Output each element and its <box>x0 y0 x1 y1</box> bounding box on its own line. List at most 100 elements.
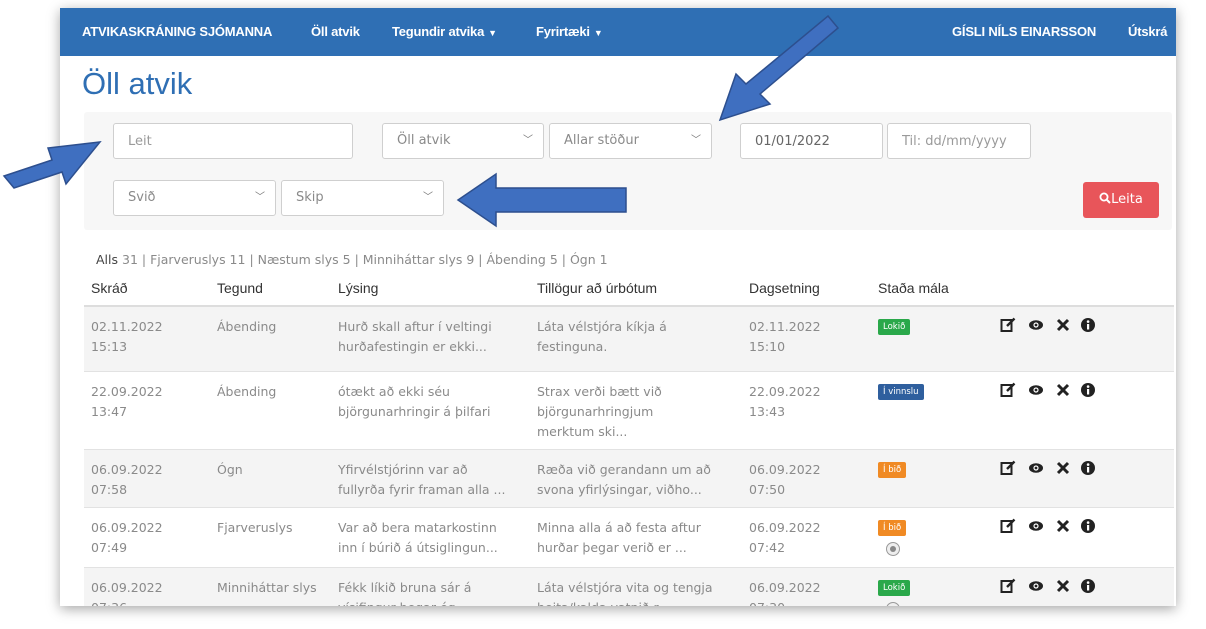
summary-all-label: Alls <box>96 252 119 267</box>
remedy-line: björgunarhringjum <box>537 404 654 419</box>
summary-all[interactable]: Alls 31 <box>96 252 138 267</box>
edit-icon[interactable] <box>1000 578 1016 594</box>
cell-date: 02.11.2022 15:10 <box>749 317 821 357</box>
info-icon[interactable] <box>1080 317 1096 333</box>
summary-filter[interactable]: Fjarveruslys 11 <box>150 252 245 267</box>
edit-icon[interactable] <box>1000 317 1016 333</box>
registered-date: 02.11.2022 <box>91 319 163 334</box>
close-icon[interactable] <box>1055 382 1071 398</box>
remedy-line: festinguna. <box>537 339 608 354</box>
user-name[interactable]: GÍSLI NÍLS EINARSSON <box>952 8 1096 56</box>
photo-icon[interactable] <box>886 542 900 556</box>
info-icon[interactable] <box>1080 518 1096 534</box>
edit-icon[interactable] <box>1000 460 1016 476</box>
table-row[interactable]: 06.09.2022 07:36 Minniháttar slys Fékk líki… <box>84 568 1174 606</box>
incident-date: 06.09.2022 <box>749 580 821 595</box>
remedy-line: Strax verði bætt við <box>537 384 662 399</box>
nav-all-incidents[interactable]: Öll atvik <box>311 8 360 56</box>
nav-incident-types[interactable]: Tegundir atvika ▼ <box>392 8 497 56</box>
info-icon[interactable] <box>1080 578 1096 594</box>
incident-date: 06.09.2022 <box>749 520 821 535</box>
search-input[interactable] <box>113 123 353 159</box>
header-status[interactable]: Staða mála <box>878 280 949 296</box>
annotation-arrow-middle <box>456 172 627 228</box>
date-from-input[interactable] <box>740 123 883 159</box>
close-icon[interactable] <box>1055 317 1071 333</box>
cell-date: 06.09.2022 07:50 <box>749 460 821 500</box>
eye-icon[interactable] <box>1028 518 1044 534</box>
info-icon[interactable] <box>1080 382 1096 398</box>
table-row[interactable]: 02.11.2022 15:13 Ábending Hurð skall aftur … <box>84 307 1174 372</box>
close-icon[interactable] <box>1055 578 1071 594</box>
registered-date: 06.09.2022 <box>91 462 163 477</box>
incident-time: 13:43 <box>749 404 786 419</box>
registered-time: 13:47 <box>91 404 128 419</box>
remedy-line: Ræða við gerandann um að <box>537 462 711 477</box>
table-row[interactable]: 06.09.2022 07:58 Ógn Yfirvélstjórinn var að… <box>84 450 1174 508</box>
cell-type: Minniháttar slys <box>217 580 317 595</box>
header-type[interactable]: Tegund <box>217 280 263 296</box>
type-select[interactable]: Öll atvik ﹀ <box>382 123 544 159</box>
row-actions <box>1000 317 1110 337</box>
remedy-line: merktum ski... <box>537 424 628 439</box>
cell-registered: 06.09.2022 07:36 <box>91 578 163 606</box>
eye-icon[interactable] <box>1028 317 1044 333</box>
incident-time: 15:10 <box>749 339 786 354</box>
nav-companies[interactable]: Fyrirtæki ▼ <box>536 8 603 56</box>
ship-select[interactable]: Skip ﹀ <box>281 180 444 216</box>
header-date[interactable]: Dagsetning <box>749 280 820 296</box>
header-description[interactable]: Lýsing <box>338 280 378 296</box>
description-line: Fékk líkið bruna sár á <box>338 580 472 595</box>
eye-icon[interactable] <box>1028 382 1044 398</box>
incident-time: 07:30 <box>749 598 821 606</box>
cell-type: Ábending <box>217 319 277 334</box>
info-icon[interactable] <box>1080 460 1096 476</box>
area-select[interactable]: Svið ﹀ <box>113 180 276 216</box>
incident-date: 22.09.2022 <box>749 384 821 399</box>
edit-icon[interactable] <box>1000 518 1016 534</box>
summary-filter[interactable]: Ábending 5 <box>486 252 557 267</box>
search-icon <box>1099 192 1111 204</box>
cell-description: Fékk líkið bruna sár á vísifingur þegar é… <box>338 578 471 606</box>
search-button[interactable]: Leita <box>1083 182 1159 218</box>
cell-date: 22.09.2022 13:43 <box>749 382 821 422</box>
top-navbar: ATVIKASKRÁNING SJÓMANNA Öll atvik Tegund… <box>60 8 1176 56</box>
table-row[interactable]: 06.09.2022 07:49 Fjarveruslys Var að bera m… <box>84 508 1174 568</box>
date-to-input[interactable] <box>887 123 1031 159</box>
close-icon[interactable] <box>1055 518 1071 534</box>
cell-description: Yfirvélstjórinn var að fullyrða fyrir fra… <box>338 460 505 500</box>
summary-filter[interactable]: Minniháttar slys 9 <box>363 252 475 267</box>
registered-time: 15:13 <box>91 339 128 354</box>
registered-time: 07:49 <box>91 540 128 555</box>
cell-registered: 22.09.2022 13:47 <box>91 382 163 422</box>
edit-icon[interactable] <box>1000 382 1016 398</box>
cell-description: ótækt að ekki séu björgunarhringir á þilf… <box>338 382 491 422</box>
incident-time: 07:50 <box>749 482 786 497</box>
status-badge: Í bið <box>878 520 907 536</box>
table-row[interactable]: 22.09.2022 13:47 Ábending ótækt að ekki séu… <box>84 372 1174 450</box>
remedy-line: hurðar þegar verið er ... <box>537 540 687 555</box>
photo-icon[interactable] <box>886 602 900 606</box>
header-registered[interactable]: Skráð <box>91 280 128 296</box>
eye-icon[interactable] <box>1028 578 1044 594</box>
brand-link[interactable]: ATVIKASKRÁNING SJÓMANNA <box>82 8 272 56</box>
cell-registered: 06.09.2022 07:49 <box>91 518 163 558</box>
status-select[interactable]: Allar stöður ﹀ <box>549 123 712 159</box>
description-line: inn í búrið á útsiglingun... <box>338 540 498 555</box>
logout-link[interactable]: Útskrá <box>1128 8 1167 56</box>
annotation-arrow-left <box>2 141 102 189</box>
cell-description: Hurð skall aftur í veltingi hurðafestingi… <box>338 317 492 357</box>
header-remedy[interactable]: Tillögur að úrbótum <box>537 280 657 296</box>
eye-icon[interactable] <box>1028 460 1044 476</box>
ship-select-value: Skip <box>296 190 324 205</box>
row-actions <box>1000 382 1110 402</box>
close-icon[interactable] <box>1055 460 1071 476</box>
summary-filter[interactable]: Næstum slys 5 <box>258 252 351 267</box>
status-badge: Lokið <box>878 319 911 335</box>
summary-filter[interactable]: Ógn 1 <box>570 252 608 267</box>
remedy-line: Láta vélstjóra kíkja á <box>537 319 667 334</box>
nav-incident-types-label: Tegundir atvika <box>392 24 485 39</box>
row-actions <box>1000 460 1110 480</box>
page-title: Öll atvik <box>82 66 193 101</box>
nav-companies-label: Fyrirtæki <box>536 24 590 39</box>
